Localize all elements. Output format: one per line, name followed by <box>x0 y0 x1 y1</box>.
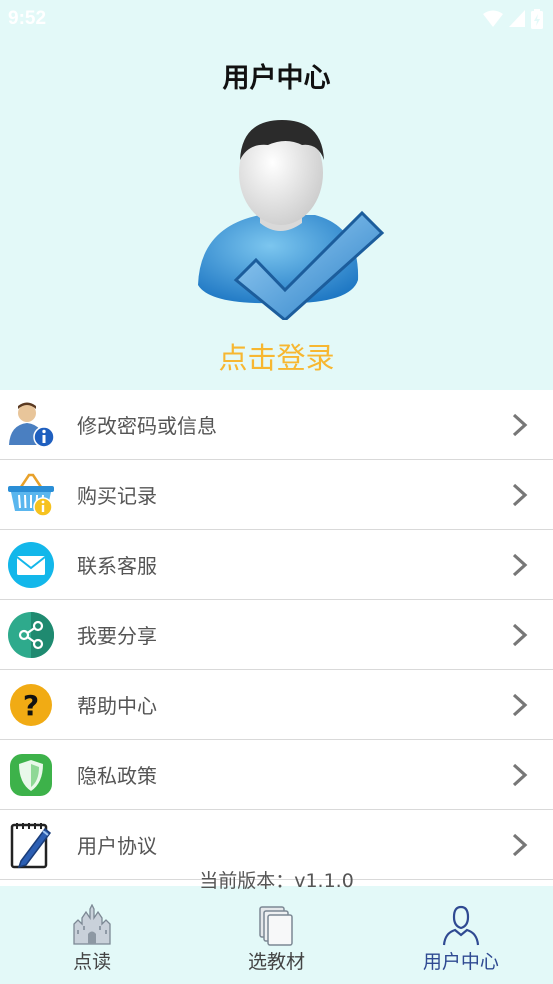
help-icon: ? <box>10 684 52 726</box>
login-link[interactable]: 点击登录 <box>0 335 553 377</box>
status-icons <box>483 9 543 29</box>
menu-item-contact-support[interactable]: 联系客服 <box>0 530 553 600</box>
settings-menu: 修改密码或信息 购买记录 联系客服 我要分享 ? 帮助中心 隐私政策 用户协议 <box>0 390 553 886</box>
avatar[interactable] <box>190 115 385 322</box>
shield-icon <box>10 754 52 796</box>
chevron-right-icon <box>512 553 528 577</box>
menu-item-purchase-history[interactable]: 购买记录 <box>0 460 553 530</box>
menu-item-label: 购买记录 <box>77 484 157 508</box>
castle-icon <box>73 904 111 945</box>
chevron-right-icon <box>512 833 528 857</box>
status-bar: 9:52 <box>0 0 553 38</box>
status-time: 9:52 <box>8 8 47 29</box>
wifi-icon <box>483 10 503 27</box>
battery-icon <box>531 9 543 29</box>
menu-item-help-center[interactable]: ? 帮助中心 <box>0 670 553 740</box>
chevron-right-icon <box>512 413 528 437</box>
menu-item-label: 帮助中心 <box>77 694 157 718</box>
menu-item-edit-profile[interactable]: 修改密码或信息 <box>0 390 553 460</box>
share-icon <box>8 612 54 658</box>
menu-item-privacy-policy[interactable]: 隐私政策 <box>0 740 553 810</box>
chevron-right-icon <box>512 763 528 787</box>
chevron-right-icon <box>512 623 528 647</box>
version-text: 当前版本：v1.1.0 <box>199 870 354 892</box>
menu-item-label: 我要分享 <box>77 624 157 648</box>
books-icon <box>259 906 294 946</box>
chevron-right-icon <box>512 483 528 507</box>
menu-item-label: 联系客服 <box>77 554 157 578</box>
signal-icon <box>509 10 525 27</box>
svg-text:?: ? <box>23 689 39 722</box>
tab-label: 点读 <box>73 951 112 973</box>
user-info-icon <box>9 402 55 448</box>
tab-user-center[interactable]: 用户中心 <box>369 890 553 984</box>
notebook-pen-icon <box>10 823 52 869</box>
menu-item-label: 用户协议 <box>77 834 157 858</box>
menu-item-label: 修改密码或信息 <box>77 414 217 438</box>
chevron-right-icon <box>512 693 528 717</box>
bottom-tab-bar: 点读 选教材 用户中心 <box>0 890 553 984</box>
tab-choose-textbook[interactable]: 选教材 <box>184 890 368 984</box>
user-outline-icon <box>442 905 479 946</box>
basket-icon <box>8 473 54 517</box>
tab-label: 选教材 <box>247 951 305 973</box>
menu-item-label: 隐私政策 <box>77 764 157 788</box>
tab-read[interactable]: 点读 <box>0 890 184 984</box>
mail-icon <box>8 542 54 588</box>
menu-item-share[interactable]: 我要分享 <box>0 600 553 670</box>
tab-label: 用户中心 <box>422 951 499 973</box>
page-title: 用户中心 <box>222 63 331 94</box>
user-avatar-check-icon <box>198 120 385 322</box>
